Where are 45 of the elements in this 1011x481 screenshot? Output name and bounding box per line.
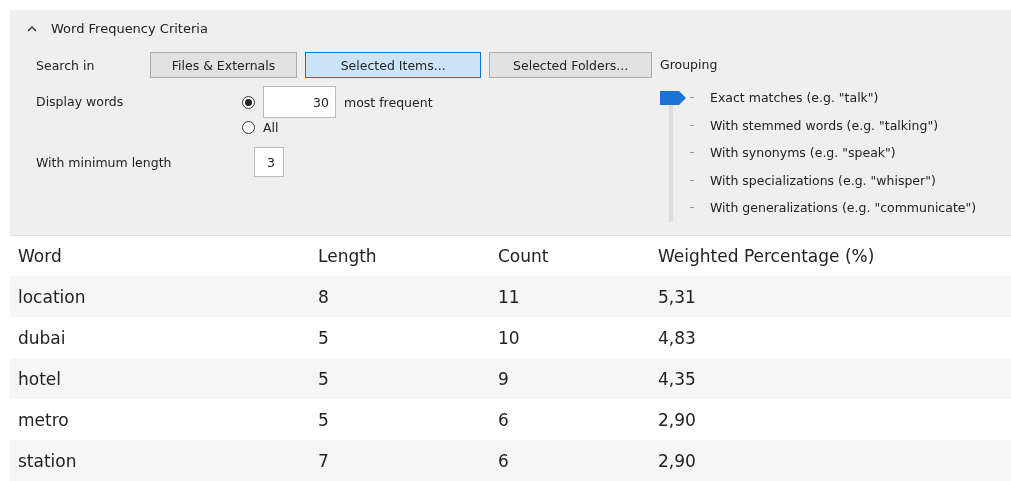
table-cell-text: metro bbox=[17, 409, 70, 430]
table-cell-text: 11 bbox=[497, 286, 521, 307]
column-header[interactable]: Count bbox=[490, 246, 650, 266]
count-field[interactable]: 30 bbox=[263, 86, 336, 118]
table-cell-text: 8 bbox=[317, 286, 330, 307]
table-cell-text: 6 bbox=[497, 450, 510, 471]
grouping-option[interactable]: With specializations (e.g. "whisper") bbox=[710, 172, 936, 188]
column-header[interactable]: Length bbox=[310, 246, 490, 266]
grouping-option[interactable]: With generalizations (e.g. "communicate") bbox=[710, 200, 977, 216]
collapse-icon[interactable] bbox=[27, 24, 37, 32]
table-cell-text: hotel bbox=[17, 368, 63, 389]
min-length-field[interactable]: 3 bbox=[254, 147, 284, 177]
table-cell-text: 4,35 bbox=[657, 368, 696, 389]
most-frequent-label: most frequent bbox=[344, 94, 433, 110]
radio-button[interactable] bbox=[242, 121, 255, 134]
scope-button[interactable]: Files & Externals bbox=[150, 52, 297, 78]
table-cell-text: 6 bbox=[497, 409, 510, 430]
column-header[interactable]: Weighted Percentage (%) bbox=[650, 246, 875, 266]
slider-thumb[interactable] bbox=[660, 90, 686, 105]
grouping-label: Grouping bbox=[660, 57, 719, 72]
table-cell-text: 4,83 bbox=[657, 327, 696, 348]
table-cell-text: 5 bbox=[317, 368, 330, 389]
table-cell-text: 7 bbox=[317, 450, 330, 471]
table-cell-text: dubai bbox=[17, 327, 67, 348]
table-cell-text: 5 bbox=[317, 409, 330, 430]
grouping-option[interactable]: With stemmed words (e.g. "talking") bbox=[710, 117, 939, 133]
table-cell-text: 10 bbox=[497, 327, 521, 348]
grouping-option[interactable]: With synonyms (e.g. "speak") bbox=[710, 145, 896, 161]
radio-button[interactable] bbox=[242, 95, 255, 109]
scope-button[interactable]: Selected Folders... bbox=[489, 52, 652, 78]
column-header[interactable]: Word bbox=[10, 246, 310, 266]
table-cell-text: station bbox=[17, 450, 78, 471]
table-cell-text: 9 bbox=[497, 368, 510, 389]
scope-button[interactable]: Selected Items... bbox=[305, 52, 482, 78]
grouping-option[interactable]: Exact matches (e.g. "talk") bbox=[710, 90, 879, 106]
table-cell-text: 2,90 bbox=[657, 409, 696, 430]
display-words-label: Display words bbox=[35, 94, 125, 109]
table-cell-text: 5,31 bbox=[657, 286, 696, 307]
min-length-label: With minimum length bbox=[35, 154, 173, 170]
table-cell-text: 2,90 bbox=[657, 450, 696, 471]
section-title: Word Frequency Criteria bbox=[51, 20, 208, 36]
search-in-label: Search in bbox=[35, 57, 96, 73]
table-cell-text: location bbox=[17, 286, 87, 307]
table-cell-text: 5 bbox=[317, 327, 330, 348]
all-label: All bbox=[263, 120, 279, 135]
